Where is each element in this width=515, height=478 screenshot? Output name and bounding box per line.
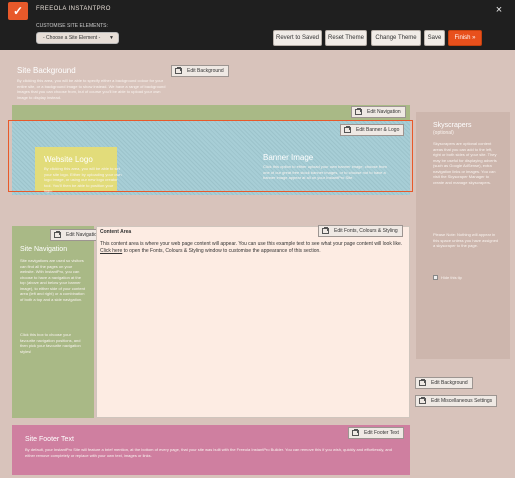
- site-navigation-text-2: Click this box to choose your favourite …: [20, 332, 81, 354]
- hide-tip-label: Hide this tip: [441, 275, 462, 280]
- website-logo-text: By clicking this area, you will be able …: [44, 166, 122, 193]
- banner-image-title: Banner Image: [263, 153, 314, 162]
- skyscrapers-subtitle: (optional): [433, 130, 454, 136]
- hide-tip-checkbox[interactable]: [433, 275, 438, 280]
- edit-navigation-top-label: Edit Navigation: [367, 109, 401, 115]
- edit-icon: [355, 109, 362, 115]
- freeola-logo: ✓: [8, 2, 28, 20]
- save-button[interactable]: Save: [424, 30, 445, 46]
- edit-fonts-colours-label: Edit Fonts, Colours & Styling: [334, 228, 398, 234]
- site-element-select[interactable]: - Choose a Site Element - ▼: [36, 32, 119, 44]
- content-area-text: This content area is where your web page…: [100, 241, 405, 255]
- edit-background-button[interactable]: Edit Background: [171, 65, 229, 77]
- banner-image-text: Click this option to either upload your …: [263, 164, 387, 180]
- edit-footer-text-button[interactable]: Edit Footer Text: [348, 427, 404, 439]
- change-theme-button[interactable]: Change Theme: [371, 30, 421, 46]
- skyscrapers-title: Skyscrapers: [433, 122, 472, 129]
- chevron-down-icon: ▼: [109, 35, 114, 41]
- edit-navigation-top-button[interactable]: Edit Navigation: [351, 106, 406, 118]
- edit-banner-logo-label: Edit Banner & Logo: [356, 127, 400, 133]
- edit-navigation-side-label: Edit Navigation: [66, 232, 100, 238]
- edit-miscellaneous-settings-label: Edit Miscellaneous Settings: [431, 398, 493, 404]
- site-element-select-value: - Choose a Site Element -: [43, 35, 101, 41]
- edit-icon: [344, 127, 351, 133]
- close-icon[interactable]: ×: [493, 4, 505, 16]
- edit-background-label: Edit Background: [187, 68, 224, 74]
- skyscrapers-note: Please Note: Nothing will appear in this…: [433, 232, 499, 248]
- edit-icon: [419, 380, 426, 386]
- site-background-text: By clicking this area, you will be able …: [17, 78, 166, 100]
- site-footer-text: By default, your InstantPro Site will fe…: [25, 447, 392, 458]
- website-logo-title: Website Logo: [44, 155, 93, 164]
- edit-footer-text-label: Edit Footer Text: [364, 430, 399, 436]
- edit-icon: [175, 68, 182, 74]
- app-title: FREEOLA INSTANTPRO: [36, 6, 111, 12]
- edit-fonts-colours-button[interactable]: Edit Fonts, Colours & Styling: [318, 225, 403, 237]
- content-area-title: Content Area: [100, 229, 132, 235]
- customise-label: CUSTOMISE SITE ELEMENTS:: [36, 23, 108, 29]
- edit-banner-logo-button[interactable]: Edit Banner & Logo: [340, 124, 405, 136]
- click-here-link[interactable]: Click here: [100, 248, 122, 254]
- edit-background-side-button[interactable]: Edit Background: [415, 377, 473, 389]
- site-background-title: Site Background: [17, 66, 76, 75]
- content-text-before: This content area is where your web page…: [100, 241, 403, 247]
- side-navigation-area[interactable]: [12, 226, 94, 418]
- site-navigation-title: Site Navigation: [20, 246, 68, 253]
- skyscrapers-text: Skyscrapers are optional content areas t…: [433, 141, 497, 185]
- edit-icon: [352, 430, 359, 436]
- edit-icon: [419, 398, 426, 404]
- site-navigation-text: Site navigations are used so visitors ca…: [20, 258, 85, 302]
- revert-to-saved-button[interactable]: Revert to Saved: [273, 30, 322, 46]
- edit-icon: [322, 228, 329, 234]
- finish-button[interactable]: Finish »: [448, 30, 482, 46]
- edit-icon: [54, 232, 61, 238]
- edit-background-side-label: Edit Background: [431, 380, 468, 386]
- reset-theme-button[interactable]: Reset Theme: [325, 30, 367, 46]
- site-footer-title: Site Footer Text: [25, 436, 74, 443]
- edit-miscellaneous-settings-button[interactable]: Edit Miscellaneous Settings: [415, 395, 498, 407]
- content-text-after: to open the Fonts, Colours & Styling win…: [122, 248, 321, 254]
